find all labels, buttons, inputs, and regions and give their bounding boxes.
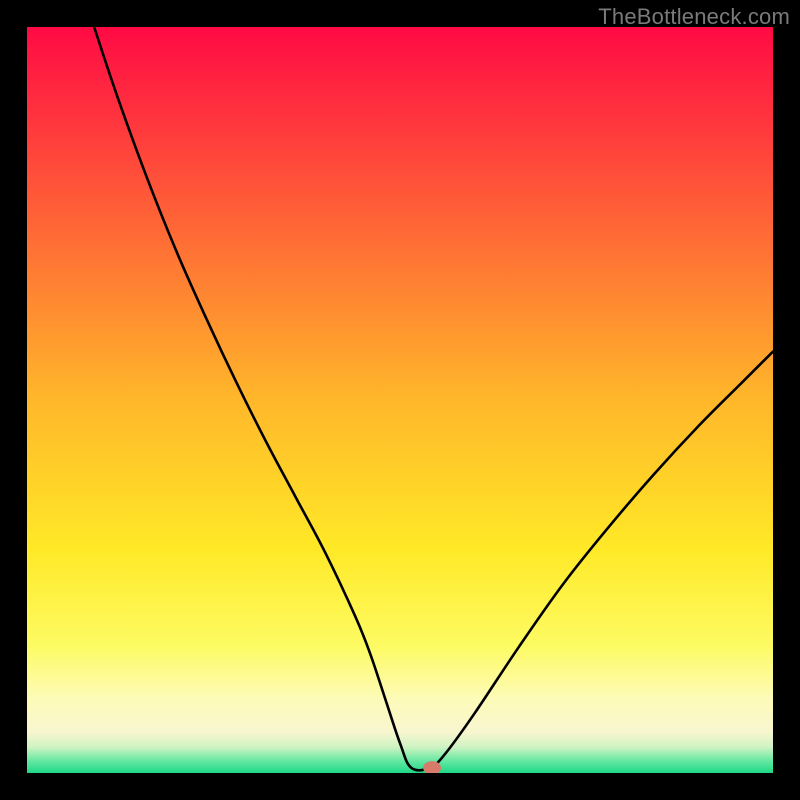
gradient-background — [27, 27, 773, 773]
chart-svg — [27, 27, 773, 773]
chart-plot-area — [27, 27, 773, 773]
watermark-text: TheBottleneck.com — [598, 4, 790, 30]
chart-frame: TheBottleneck.com — [0, 0, 800, 800]
